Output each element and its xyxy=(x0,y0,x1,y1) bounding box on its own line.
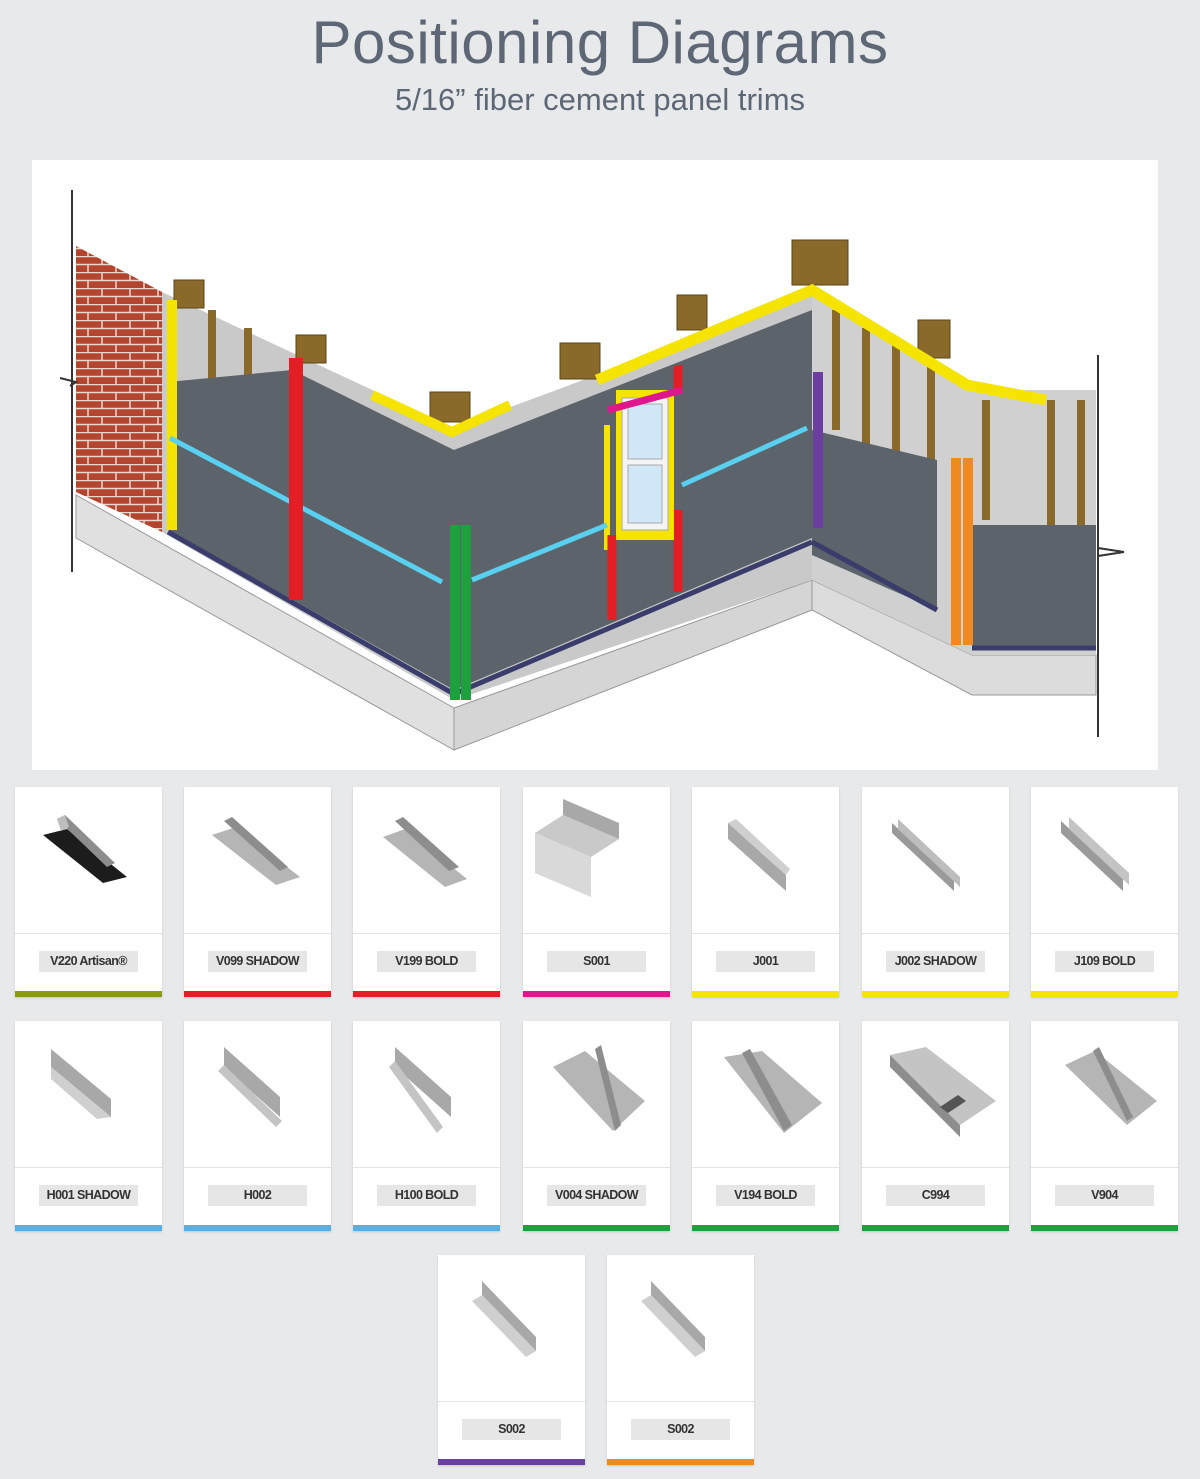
product-card-c994[interactable]: C994 xyxy=(862,1021,1009,1231)
j002-profile-icon xyxy=(892,819,960,891)
v199-profile-icon xyxy=(383,817,467,887)
product-card-h002[interactable]: H002 xyxy=(184,1021,331,1231)
product-card-j109-bold[interactable]: J109 BOLD xyxy=(1031,787,1178,997)
product-label: S002 xyxy=(462,1419,561,1440)
color-key-bar xyxy=(692,1225,839,1231)
color-key-bar xyxy=(1031,1225,1178,1231)
color-key-bar xyxy=(1031,991,1178,997)
product-label: J001 xyxy=(716,951,815,972)
s002-profile-icon xyxy=(472,1281,536,1357)
v220-profile-icon xyxy=(43,815,127,883)
color-key-bar xyxy=(692,991,839,997)
product-card-s002-orange[interactable]: S002 xyxy=(607,1255,754,1465)
color-key-bar xyxy=(607,1459,754,1465)
color-key-bar xyxy=(862,1225,1009,1231)
v099-profile-icon xyxy=(212,817,300,885)
product-label: H100 BOLD xyxy=(377,1185,476,1206)
color-key-bar xyxy=(15,1225,162,1231)
product-label: C994 xyxy=(886,1185,985,1206)
product-label: J002 SHADOW xyxy=(886,951,985,972)
product-card-v904[interactable]: V904 xyxy=(1031,1021,1178,1231)
page-title: Positioning Diagrams xyxy=(311,9,889,76)
product-label: H001 SHADOW xyxy=(39,1185,138,1206)
product-card-j001[interactable]: J001 xyxy=(692,787,839,997)
product-card-h001-shadow[interactable]: H001 SHADOW xyxy=(15,1021,162,1231)
s002-profile-icon xyxy=(641,1281,705,1357)
product-label: S001 xyxy=(547,951,646,972)
c994-profile-icon xyxy=(890,1047,996,1137)
product-card-v194-bold[interactable]: V194 BOLD xyxy=(692,1021,839,1231)
window-pane-top xyxy=(627,403,663,460)
color-key-bar xyxy=(438,1459,585,1465)
wall-positioning-diagram xyxy=(32,160,1158,770)
color-key-bar xyxy=(15,991,162,997)
color-key-bar xyxy=(862,991,1009,997)
color-key-bar xyxy=(353,991,500,997)
v904-profile-icon xyxy=(1065,1047,1157,1125)
product-card-v099-shadow[interactable]: V099 SHADOW xyxy=(184,787,331,997)
product-label: S002 xyxy=(631,1419,730,1440)
page-subtitle: 5/16” fiber cement panel trims xyxy=(394,82,806,117)
product-card-s002-purple[interactable]: S002 xyxy=(438,1255,585,1465)
product-card-j002-shadow[interactable]: J002 SHADOW xyxy=(862,787,1009,997)
brick-wall xyxy=(76,246,162,532)
v004-profile-icon xyxy=(553,1045,645,1131)
h002-profile-icon xyxy=(218,1047,282,1127)
j001-profile-icon xyxy=(728,819,790,891)
color-key-bar xyxy=(523,991,670,997)
product-label: V099 SHADOW xyxy=(208,951,307,972)
color-key-bar xyxy=(523,1225,670,1231)
product-card-v199-bold[interactable]: V199 BOLD xyxy=(353,787,500,997)
wall-illustration xyxy=(59,190,1125,751)
window-pane-bottom xyxy=(627,464,663,524)
product-card-v220-artisan[interactable]: V220 Artisan® xyxy=(15,787,162,997)
product-label: V220 Artisan® xyxy=(39,951,138,972)
v194-profile-icon xyxy=(724,1049,822,1133)
product-label: V194 BOLD xyxy=(716,1185,815,1206)
j109-profile-icon xyxy=(1061,817,1129,891)
product-label: V004 SHADOW xyxy=(547,1185,646,1206)
color-key-bar xyxy=(353,1225,500,1231)
product-card-s001[interactable]: S001 xyxy=(523,787,670,997)
product-card-h100-bold[interactable]: H100 BOLD xyxy=(353,1021,500,1231)
s001-profile-icon xyxy=(535,799,619,897)
h100-profile-icon xyxy=(389,1047,451,1133)
product-label: J109 BOLD xyxy=(1055,951,1154,972)
color-key-bar xyxy=(184,991,331,997)
color-key-bar xyxy=(184,1225,331,1231)
h001-profile-icon xyxy=(51,1049,111,1119)
product-label: V199 BOLD xyxy=(377,951,476,972)
product-label: H002 xyxy=(208,1185,307,1206)
product-card-v004-shadow[interactable]: V004 SHADOW xyxy=(523,1021,670,1231)
product-label: V904 xyxy=(1055,1185,1154,1206)
panel-right-b xyxy=(972,525,1096,648)
